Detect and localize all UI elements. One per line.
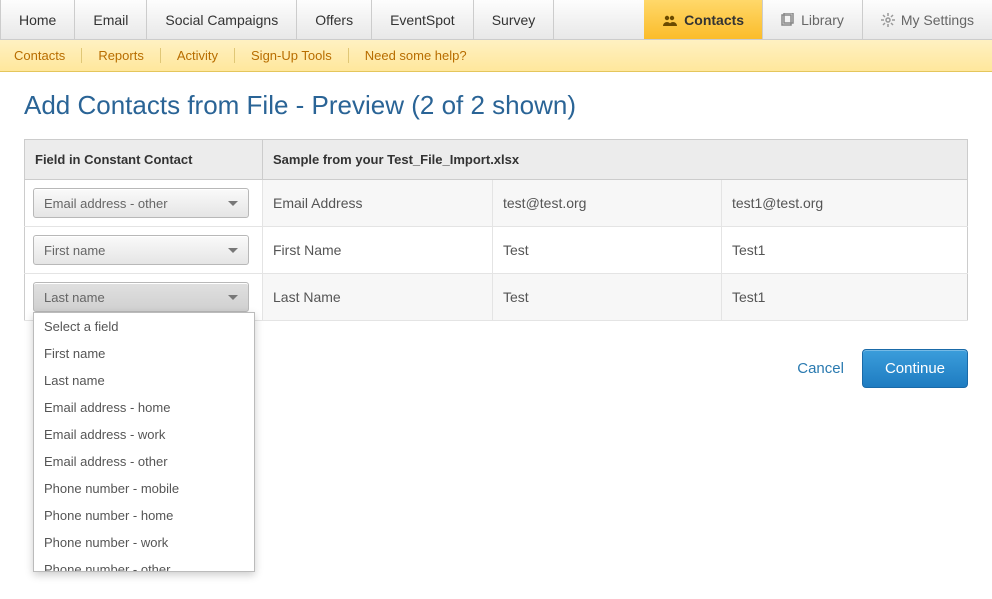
sample-1: Test [493,274,722,321]
cancel-button[interactable]: Cancel [797,360,844,377]
dropdown-option[interactable]: Email address - other [34,448,254,475]
nav-contacts[interactable]: Contacts [644,0,763,39]
header-sample: Sample from your Test_File_Import.xlsx [263,140,968,180]
dropdown-option[interactable]: Phone number - work [34,529,254,556]
field-dropdown[interactable]: Last name [33,282,249,312]
page-title: Add Contacts from File - Preview (2 of 2… [24,90,968,121]
sample-2: Test1 [721,274,967,321]
field-cell: First name [25,227,263,274]
nav-email[interactable]: Email [75,0,147,39]
dropdown-label: Email address - other [44,196,168,211]
dropdown-option[interactable]: Phone number - mobile [34,475,254,502]
subnav-contacts[interactable]: Contacts [14,48,82,63]
dropdown-option[interactable]: Phone number - other [34,556,254,572]
nav-offers[interactable]: Offers [297,0,372,39]
nav-eventspot[interactable]: EventSpot [372,0,474,39]
subnav-reports[interactable]: Reports [82,48,161,63]
nav-library-label: Library [801,12,844,28]
continue-button[interactable]: Continue [862,349,968,388]
sample-label: First Name [263,227,493,274]
preview-table: Field in Constant Contact Sample from yo… [24,139,968,321]
nav-contacts-label: Contacts [684,12,744,28]
sample-label: Email Address [263,180,493,227]
sample-2: test1@test.org [721,180,967,227]
nav-settings[interactable]: My Settings [863,0,992,39]
subnav-activity[interactable]: Activity [161,48,235,63]
nav-survey[interactable]: Survey [474,0,555,39]
people-icon [662,14,678,26]
dropdown-option[interactable]: Select a field [34,313,254,340]
dropdown-label: First name [44,243,105,258]
subnav-signup-tools[interactable]: Sign-Up Tools [235,48,349,63]
dropdown-option[interactable]: Email address - work [34,421,254,448]
dropdown-label: Last name [44,290,105,305]
gear-icon [881,13,895,27]
field-cell: Email address - other [25,180,263,227]
table-row: Last nameSelect a fieldFirst nameLast na… [25,274,968,321]
field-dropdown[interactable]: First name [33,235,249,265]
subnav-help[interactable]: Need some help? [349,48,483,63]
dropdown-menu[interactable]: Select a fieldFirst nameLast nameEmail a… [33,312,255,572]
nav-library[interactable]: Library [763,0,863,39]
chevron-down-icon [228,295,238,300]
dropdown-option[interactable]: First name [34,340,254,367]
header-field: Field in Constant Contact [25,140,263,180]
dropdown-option[interactable]: Email address - home [34,394,254,421]
sample-label: Last Name [263,274,493,321]
sample-1: test@test.org [493,180,722,227]
field-dropdown[interactable]: Email address - other [33,188,249,218]
nav-home[interactable]: Home [0,0,75,39]
library-icon [781,13,795,27]
chevron-down-icon [228,248,238,253]
dropdown-option[interactable]: Last name [34,367,254,394]
sub-nav: Contacts Reports Activity Sign-Up Tools … [0,40,992,72]
chevron-down-icon [228,201,238,206]
nav-social-campaigns[interactable]: Social Campaigns [147,0,297,39]
table-row: First name First NameTestTest1 [25,227,968,274]
nav-settings-label: My Settings [901,12,974,28]
sample-2: Test1 [721,227,967,274]
sample-1: Test [493,227,722,274]
top-nav: Home Email Social Campaigns Offers Event… [0,0,992,40]
field-cell: Last nameSelect a fieldFirst nameLast na… [25,274,263,321]
table-row: Email address - other Email Addresstest@t… [25,180,968,227]
dropdown-option[interactable]: Phone number - home [34,502,254,529]
